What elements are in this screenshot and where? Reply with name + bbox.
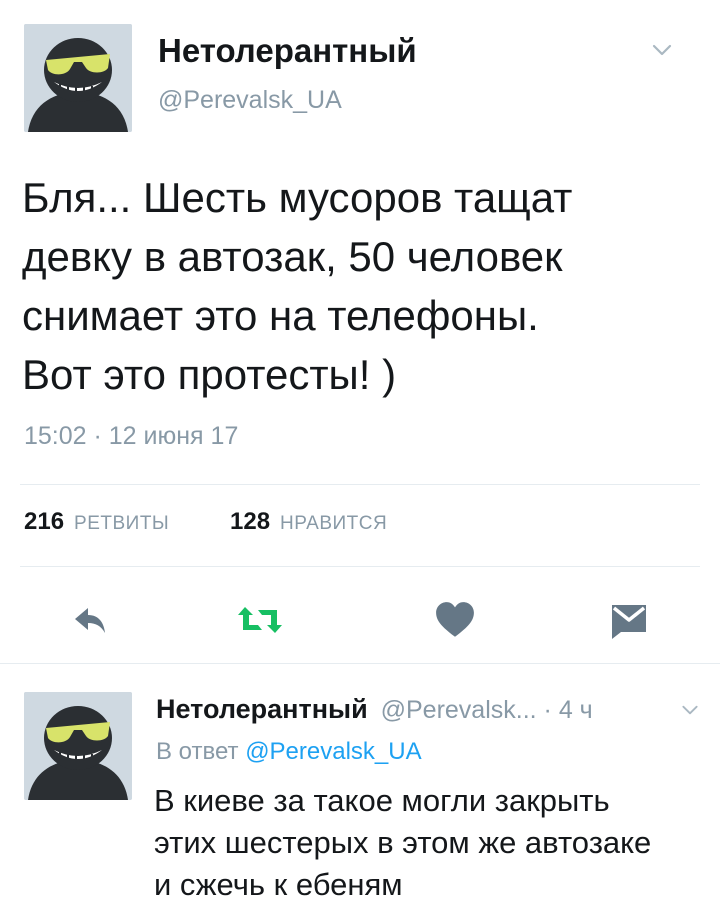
reply-time[interactable]: 4 ч (559, 696, 593, 724)
tweet-text-line: снимает это на телефоны. (22, 292, 539, 339)
reply-author-avatar[interactable] (24, 692, 132, 800)
retweet-icon (238, 607, 282, 633)
in-reply-handle[interactable]: @Perevalsk_UA (245, 738, 421, 765)
retweets-label: РЕТВИТЫ (74, 513, 170, 534)
retweets-stat[interactable]: 216 РЕТВИТЫ (24, 508, 169, 536)
reply-text-line: и сжечь к ебеням (154, 867, 403, 902)
divider (20, 566, 700, 567)
tweet-timestamp[interactable]: 15:02 · 12 июня 17 (24, 422, 238, 451)
heart-icon (436, 602, 474, 637)
retweet-button[interactable] (235, 596, 285, 644)
divider (20, 484, 700, 485)
in-reply-to: В ответ @Perevalsk_UA (156, 738, 422, 766)
tweet-text-line: Вот это протесты! ) (22, 351, 397, 398)
author-avatar[interactable] (24, 24, 132, 132)
tweet-text-line: девку в автозак, 50 человек (22, 233, 563, 280)
reply-separator: · (536, 696, 559, 724)
reply-author-handle[interactable]: @Perevalsk... (381, 696, 537, 724)
reply-text: В киеве за такое могли закрыть этих шест… (154, 780, 651, 906)
likes-count: 128 (230, 508, 271, 535)
avatar-image (24, 24, 132, 132)
reply-icon (75, 608, 105, 633)
reply-text-line: этих шестерых в этом же автозаке (154, 825, 652, 860)
author-handle[interactable]: @Perevalsk_UA (158, 86, 342, 115)
likes-stat[interactable]: 128 НРАВИТСЯ (230, 508, 387, 536)
divider (0, 663, 720, 664)
direct-message-button[interactable] (604, 596, 654, 644)
like-button[interactable] (430, 596, 480, 644)
likes-label: НРАВИТСЯ (280, 513, 388, 534)
retweets-count: 216 (24, 508, 65, 535)
avatar-image (24, 692, 132, 800)
author-name[interactable]: Нетолерантный (158, 32, 417, 70)
chevron-down-icon (652, 44, 672, 56)
reply-author-name[interactable]: Нетолерантный (156, 694, 368, 724)
tweet-text-line: Бля... Шесть мусоров тащат (22, 174, 573, 221)
reply-menu-chevron[interactable] (680, 700, 700, 720)
message-icon (612, 605, 646, 639)
in-reply-prefix: В ответ (156, 738, 239, 765)
tweet-menu-chevron[interactable] (650, 38, 674, 62)
reply-text-line: В киеве за такое могли закрыть (154, 783, 610, 818)
reply-header: Нетолерантный @Perevalsk... · 4 ч (156, 694, 593, 725)
chevron-down-icon (682, 705, 698, 715)
tweet-text: Бля... Шесть мусоров тащат девку в автоз… (22, 168, 572, 404)
reply-button[interactable] (66, 596, 116, 644)
